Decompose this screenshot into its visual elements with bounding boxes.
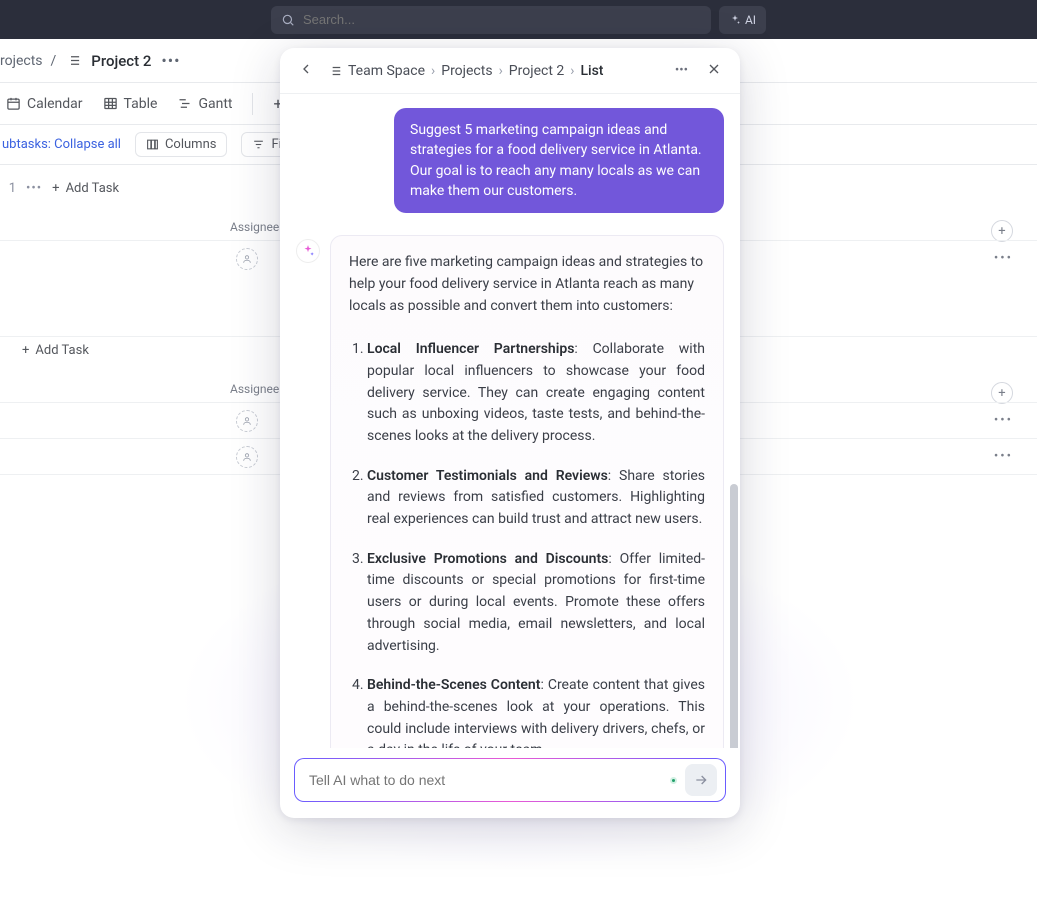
add-task-label: Add Task [35,343,89,358]
send-button[interactable] [685,764,717,796]
ai-panel-header: Team Space › Projects › Project 2 › List… [280,48,740,94]
assign-user-icon[interactable] [236,410,258,432]
add-column-button[interactable]: + [991,220,1013,242]
list-icon [328,64,342,78]
columns-label: Columns [165,137,217,152]
columns-button[interactable]: Columns [135,132,228,157]
tab-calendar[interactable]: Calendar [6,96,83,112]
crumb-projects[interactable]: Projects [441,63,492,79]
tab-gantt[interactable]: Gantt [177,96,232,112]
row-number: 1 [4,181,16,196]
sparkle-icon [301,244,315,258]
table-icon [103,96,118,111]
chevron-left-icon [298,61,314,77]
item-title: Exclusive Promotions and Discounts [367,551,608,567]
row-more-icon[interactable]: ••• [994,413,1013,428]
assign-user-icon[interactable] [236,446,258,468]
list-item: Customer Testimonials and Reviews: Share… [367,466,705,531]
crumb-list[interactable]: List [580,63,603,79]
breadcrumb-more-icon[interactable]: ••• [161,51,180,70]
user-message: Suggest 5 marketing campaign ideas and s… [394,108,724,213]
add-task-label: Add Task [66,181,120,196]
columns-icon [146,138,159,151]
crumb-team[interactable]: Team Space [348,63,425,79]
tab-label: Calendar [27,96,83,112]
row-more-icon[interactable]: ••• [26,181,42,196]
search-icon [281,13,295,27]
ai-input-area [280,748,740,818]
panel-more-button[interactable]: ••• [671,59,692,82]
breadcrumb-current[interactable]: Project 2 [91,52,151,70]
sparkle-icon [729,14,741,26]
list-icon [66,53,81,68]
subtasks-toggle[interactable]: ubtasks: Collapse all [2,137,121,152]
global-search[interactable] [271,6,711,34]
ai-input[interactable] [294,758,726,802]
list-item: Behind-the-Scenes Content: Create conten… [367,675,705,748]
topbar: AI [0,0,1037,39]
tab-label: Table [124,96,158,112]
row-more-icon[interactable]: ••• [994,251,1013,266]
list-item: Exclusive Promotions and Discounts: Offe… [367,549,705,657]
add-column-button[interactable]: + [991,382,1013,404]
ai-breadcrumb: Team Space › Projects › Project 2 › List [328,63,661,79]
close-icon [706,61,722,77]
tab-table[interactable]: Table [103,96,158,112]
breadcrumb-sep: / [51,53,57,69]
list-item: Local Influencer Partnerships: Collabora… [367,339,705,447]
send-icon [693,772,709,788]
item-title: Customer Testimonials and Reviews [367,468,608,484]
filter-icon [252,138,265,151]
crumb-project2[interactable]: Project 2 [509,63,564,79]
ai-intro: Here are five marketing campaign ideas a… [349,252,705,317]
search-input[interactable] [303,12,701,27]
add-task-button[interactable]: +Add Task [52,181,119,196]
back-button[interactable] [294,57,318,85]
ai-button-label: AI [745,13,756,27]
tab-label: Gantt [198,96,232,112]
ai-conversation: Suggest 5 marketing campaign ideas and s… [280,94,740,748]
add-task-button[interactable]: +Add Task [22,343,89,358]
ai-panel: Team Space › Projects › Project 2 › List… [280,48,740,818]
ai-message: Here are five marketing campaign ideas a… [330,235,724,748]
status-indicator [670,777,677,784]
ai-text-input[interactable] [309,772,662,788]
assign-user-icon[interactable] [236,248,258,270]
close-button[interactable] [702,57,726,85]
scrollbar[interactable] [730,484,738,748]
ai-launch-button[interactable]: AI [719,6,766,34]
ai-avatar [296,239,320,263]
calendar-icon [6,96,21,111]
gantt-icon [177,96,192,111]
item-title: Local Influencer Partnerships [367,341,574,357]
breadcrumb-parent[interactable]: rojects [0,53,43,69]
row-more-icon[interactable]: ••• [994,449,1013,464]
item-title: Behind-the-Scenes Content [367,677,540,693]
